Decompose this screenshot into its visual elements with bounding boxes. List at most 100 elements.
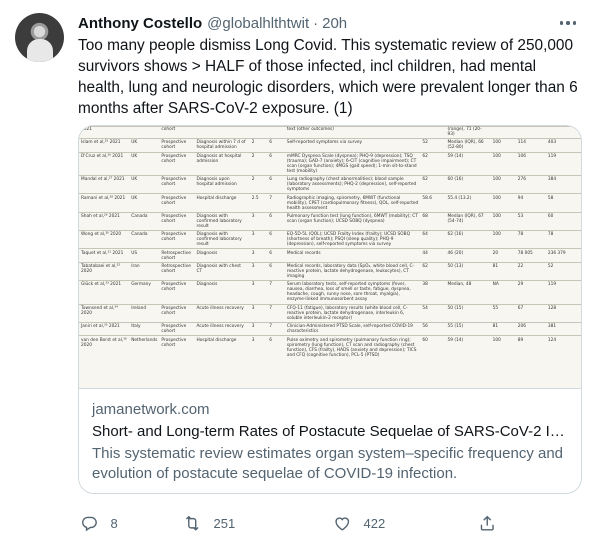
table-cell: 62: [422, 177, 428, 183]
table-cell: 55: [492, 305, 499, 311]
table-cell: Prospective cohort: [161, 305, 187, 316]
table-cell: 3: [251, 232, 255, 238]
table-cell: 206: [517, 324, 526, 330]
table-row: Townsend et al,³⁴ 2020 Ireland Prospective…: [79, 304, 581, 322]
card-meta: jamanetwork.com Short- and Long-term Rat…: [79, 390, 581, 493]
table-cell: 7: [269, 324, 273, 330]
table-cell: [195, 127, 250, 139]
author-handle[interactable]: @globalhlthtwit: [207, 15, 309, 32]
table-cell: NA: [492, 282, 499, 288]
study-table: 2021 cohort text (other outcomes) (range), …: [79, 126, 581, 359]
table-cell: 3: [251, 324, 255, 330]
table-cell: 54: [422, 305, 428, 311]
table-cell: Iran: [131, 264, 140, 269]
table-cell: 29: [517, 282, 524, 288]
table-cell: Diagnosis with chest CT: [196, 264, 241, 274]
table-cell: cohort: [161, 127, 176, 132]
table-cell: Netherlands: [131, 337, 158, 343]
table-row: Wong et al,³⁰ 2020 Canada Prospective coho…: [79, 230, 581, 249]
table-cell: Islam et al,²⁵ 2021: [81, 140, 121, 146]
table-cell: 6: [269, 140, 273, 146]
table-cell: 89: [517, 337, 524, 343]
table-cell: 403: [547, 140, 557, 146]
table-cell: 6: [269, 232, 273, 238]
table-cell: Ramani et al,²⁸ 2021: [81, 195, 126, 201]
table-cell: 119: [547, 282, 557, 288]
reply-button[interactable]: 8: [80, 508, 118, 538]
link-card[interactable]: 2021 cohort text (other outcomes) (range), …: [78, 125, 582, 494]
table-cell: 55 (15): [447, 324, 464, 330]
author-name[interactable]: Anthony Costello: [78, 15, 202, 32]
table-cell: [516, 127, 546, 139]
share-icon: [480, 515, 494, 531]
reply-icon: [82, 516, 97, 532]
table-cell: 6: [269, 337, 273, 343]
table-cell: Prospective cohort: [161, 153, 187, 164]
table-cell: [546, 127, 581, 139]
table-row: Ramani et al,²⁸ 2021 UK Prospective cohort…: [79, 193, 581, 212]
table-cell: 58.6: [422, 195, 432, 201]
table-cell: 3: [251, 213, 255, 219]
table-cell: Tabatabaei et al,³² 2020: [81, 264, 121, 274]
table-row: van den Borst et al,³⁶ 2020 Netherlands Pr…: [79, 335, 581, 359]
table-cell: 81: [492, 264, 499, 269]
card-domain: jamanetwork.com: [92, 401, 210, 418]
table-cell: 52: [547, 264, 554, 269]
tweet: Anthony Costello @globalhlthtwit · 20h T…: [0, 0, 598, 544]
table-cell: UK: [131, 195, 138, 201]
table-cell: 62 (16): [447, 232, 464, 238]
more-options-icon[interactable]: [558, 16, 578, 30]
table-cell: Median (IQR), 66 (52-80): [447, 140, 484, 151]
table-cell: 22: [517, 264, 524, 269]
table-cell: CFQ-11 (fatigue), laboratory results (wh…: [286, 305, 408, 321]
table-cell: 62: [422, 264, 428, 269]
table-cell: 44: [422, 250, 428, 256]
table-cell: 68: [422, 213, 428, 219]
table-cell: 7: [269, 282, 273, 288]
table-cell: 50 (13): [447, 264, 464, 269]
card-description: This systematic review estimates organ s…: [92, 445, 564, 482]
table-row: D'Cruz et al,²⁶ 2021 UK Prospective cohort…: [79, 152, 581, 175]
table-row: Janiri et al,³⁵ 2021 Italy Prospective coh…: [79, 322, 581, 335]
tweet-timestamp[interactable]: 20h: [322, 15, 347, 32]
table-cell: [129, 127, 159, 139]
tweet-text: Too many people dismiss Long Covid. This…: [78, 37, 578, 117]
table-cell: Townsend et al,³⁴ 2020: [81, 305, 118, 316]
table-cell: Prospective cohort: [161, 140, 187, 151]
table-cell: 2: [251, 177, 255, 183]
reply-count: 8: [110, 515, 118, 531]
table-cell: Shah et al,²⁹ 2021: [81, 213, 120, 219]
table-cell: EQ-5D-5L (QOL); UCSD Frailty Index (frai…: [286, 232, 411, 248]
table-cell: Pulmonary function test (lung function),…: [286, 213, 418, 224]
avatar[interactable]: [15, 13, 64, 62]
card-image-table: 2021 cohort text (other outcomes) (range), …: [79, 126, 581, 389]
table-cell: Diagnosis within 7 d of hospital admissi…: [196, 140, 246, 151]
table-cell: 7: [269, 305, 273, 311]
table-cell: text (other outcomes): [286, 127, 334, 132]
table-cell: 78: [517, 232, 524, 238]
table-cell: [267, 127, 285, 139]
table-row: Islam et al,²⁵ 2021 UK Prospective cohort D…: [79, 138, 581, 152]
table-cell: 381: [547, 324, 557, 330]
like-button[interactable]: 422: [333, 508, 385, 538]
table-cell: 128: [547, 305, 557, 311]
table-cell: Prospective cohort: [161, 324, 187, 335]
table-cell: Prospective cohort: [161, 213, 187, 224]
share-button[interactable]: [478, 508, 497, 538]
table-cell: Retrospective cohort: [161, 250, 191, 261]
heart-icon: [335, 517, 350, 531]
table-cell: Canada: [131, 232, 148, 238]
table-cell: 3: [251, 250, 255, 256]
table-cell: 67: [517, 305, 524, 311]
table-cell: Ireland: [131, 305, 147, 311]
table-cell: 52: [422, 140, 428, 146]
table-cell: 59 (14): [447, 337, 464, 343]
retweet-button[interactable]: 251: [183, 508, 235, 538]
table-cell: 3: [251, 305, 255, 311]
table-row: Shah et al,²⁹ 2021 Canada Prospective coho…: [79, 212, 581, 230]
table-cell: UK: [131, 153, 138, 159]
table-cell: 38: [422, 282, 428, 288]
retweet-count: 251: [213, 515, 236, 531]
table-cell: 100: [492, 195, 501, 201]
table-cell: Median, 48: [447, 282, 472, 288]
